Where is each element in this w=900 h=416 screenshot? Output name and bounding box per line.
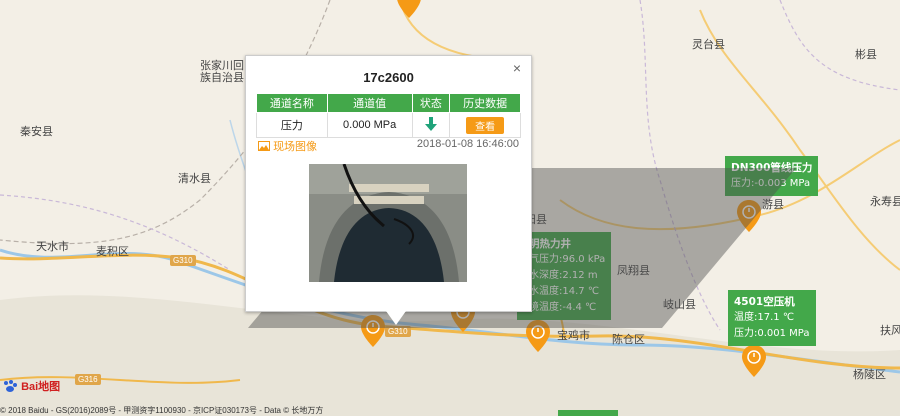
road-label: G316 xyxy=(75,374,101,385)
place-label: 杨陵区 xyxy=(853,368,886,381)
image-icon xyxy=(258,141,270,151)
table-header: 状态 xyxy=(411,93,451,113)
arrow-down-icon xyxy=(424,116,437,131)
marker-line: 压力:0.001 MPa xyxy=(734,328,810,339)
place-label: 族自治县 xyxy=(200,71,244,84)
table-header: 通道值 xyxy=(326,93,413,113)
road-label: G310 xyxy=(170,255,196,266)
popup-title: 17c2600 xyxy=(363,70,414,85)
paw-icon xyxy=(4,380,17,392)
marker-pin-icon[interactable] xyxy=(742,345,766,377)
place-label: 陈仓区 xyxy=(612,333,645,346)
baidu-logo: Bai地图 xyxy=(2,378,60,394)
place-label: 清水县 xyxy=(178,172,211,185)
info-popup: × 17c2600 通道名称 通道值 状态 历史数据 压力 0.000 MPa … xyxy=(245,55,532,325)
history-cell: 查看 xyxy=(449,112,521,138)
popup-tail xyxy=(386,311,406,325)
place-label: 永寿县 xyxy=(870,195,900,208)
marker-line: 温度:17.1 ℃ xyxy=(734,312,795,323)
site-image-label: 现场图像 xyxy=(273,141,318,153)
view-history-button[interactable]: 查看 xyxy=(466,116,505,134)
table-header: 历史数据 xyxy=(449,93,521,113)
place-label: 麦积区 xyxy=(96,245,129,258)
site-image-link[interactable]: 现场图像 xyxy=(258,138,317,154)
place-label: 彬县 xyxy=(855,48,877,61)
place-label: 秦安县 xyxy=(20,125,53,138)
marker-title: 4501空压机 xyxy=(734,296,795,308)
marker-info-compressor[interactable]: 4501空压机 温度:17.1 ℃ 压力:0.001 MPa xyxy=(728,290,816,346)
place-label: 宝鸡市 xyxy=(557,329,590,342)
baidu-logo-text: Bai地图 xyxy=(21,381,61,393)
timestamp: 2018-01-08 16:46:00 xyxy=(416,138,519,150)
place-label: 扶风 xyxy=(880,324,900,337)
table-header: 通道名称 xyxy=(256,93,328,113)
marker-info-partial xyxy=(558,410,618,416)
table-row: 压力 0.000 MPa 查看 xyxy=(256,112,521,138)
place-label: 天水市 xyxy=(36,240,69,253)
channel-value-cell: 0.000 MPa xyxy=(326,112,413,138)
marker-pin-icon[interactable] xyxy=(397,0,421,18)
site-photo xyxy=(309,164,467,282)
channel-table: 通道名称 通道值 状态 历史数据 压力 0.000 MPa 查看 xyxy=(256,93,521,138)
place-label: 灵台县 xyxy=(692,38,725,51)
map-copyright: © 2018 Baidu - GS(2016)2089号 - 甲测资字11009… xyxy=(0,406,324,415)
status-cell xyxy=(411,112,451,138)
channel-name-cell: 压力 xyxy=(256,112,328,138)
table-header-row: 通道名称 通道值 状态 历史数据 xyxy=(256,93,521,113)
